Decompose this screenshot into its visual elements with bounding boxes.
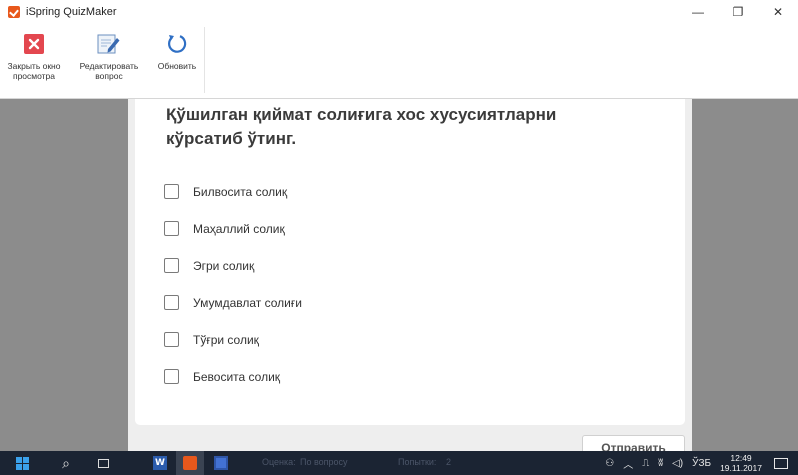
taskbar: ⌕ W Оценка: По вопросу Попытки: 2 ⚇ ︿ ⎍ …	[0, 451, 798, 475]
option-label: Эгри солиқ	[193, 258, 255, 273]
clock-time: 12:49	[730, 453, 752, 463]
question-text: Қўшилган қиймат солиғига хос хусусиятлар…	[166, 105, 557, 148]
word-icon: W	[153, 456, 167, 470]
taskbar-save-app[interactable]	[208, 451, 234, 475]
option-item[interactable]: Билвосита солиқ	[164, 173, 302, 210]
search-icon: ⌕	[62, 454, 70, 471]
app-logo-icon	[8, 5, 20, 18]
window-title: iSpring QuizMaker	[26, 5, 117, 18]
refresh-label: Обновить	[157, 61, 197, 71]
refresh-button[interactable]: Обновить	[150, 23, 204, 89]
option-item[interactable]: Маҳаллий солиқ	[164, 210, 302, 247]
volume-icon[interactable]: ◁)	[672, 458, 683, 469]
ribbon-toolbar: Закрыть окно просмотра Редактировать воп…	[0, 23, 798, 99]
ribbon-separator	[204, 27, 205, 93]
option-checkbox[interactable]	[164, 258, 179, 273]
option-label: Билвосита солиқ	[193, 184, 288, 199]
faint-text: Попытки:	[398, 457, 437, 467]
edit-question-button[interactable]: Редактировать вопрос	[68, 23, 150, 89]
option-label: Маҳаллий солиқ	[193, 221, 285, 236]
wifi-icon[interactable]: ʬ	[658, 458, 663, 469]
faint-text: По вопросу	[300, 457, 348, 467]
taskbar-quizmaker[interactable]	[176, 451, 204, 475]
window-controls: — ❐ ✕	[678, 0, 798, 23]
floppy-icon	[214, 456, 228, 470]
option-checkbox[interactable]	[164, 332, 179, 347]
faint-text: Оценка:	[262, 457, 296, 467]
option-label: Бевосита солиқ	[193, 369, 281, 384]
system-tray: ⚇ ︿ ⎍ ʬ ◁) ЎЗБ 12:49 19.11.2017	[605, 451, 798, 475]
close-window-button[interactable]: ✕	[758, 0, 798, 23]
option-item[interactable]: Тўғри солиқ	[164, 321, 302, 358]
option-checkbox[interactable]	[164, 184, 179, 199]
question-card: Қўшилган қиймат солиғига хос хусусиятлар…	[135, 99, 685, 425]
quizmaker-icon	[183, 456, 197, 470]
edit-icon	[97, 32, 121, 56]
option-label: Умумдавлат солиғи	[193, 295, 302, 310]
option-label: Тўғри солиқ	[193, 332, 259, 347]
network-icon[interactable]: ⎍	[642, 458, 649, 469]
maximize-button[interactable]: ❐	[718, 0, 758, 23]
windows-icon	[15, 456, 29, 470]
task-view-icon	[97, 458, 109, 468]
notification-icon[interactable]	[774, 457, 788, 469]
people-icon[interactable]: ⚇	[605, 458, 614, 469]
preview-area: Қўшилган қиймат солиғига хос хусусиятлар…	[0, 99, 798, 451]
refresh-icon	[165, 32, 189, 56]
close-preview-button[interactable]: Закрыть окно просмотра	[0, 23, 68, 89]
submit-button[interactable]: Отправить	[582, 435, 685, 451]
option-checkbox[interactable]	[164, 221, 179, 236]
close-preview-label: Закрыть окно просмотра	[7, 61, 61, 81]
faint-text: 2	[446, 457, 452, 467]
taskbar-word[interactable]: W	[146, 451, 174, 475]
option-item[interactable]: Бевосита солиқ	[164, 358, 302, 395]
close-icon	[22, 32, 46, 56]
title-bar: iSpring QuizMaker — ❐ ✕	[0, 0, 798, 23]
option-checkbox[interactable]	[164, 369, 179, 384]
option-item[interactable]: Эгри солиқ	[164, 247, 302, 284]
language-indicator[interactable]: ЎЗБ	[692, 458, 711, 469]
option-item[interactable]: Умумдавлат солиғи	[164, 284, 302, 321]
clock-date: 19.11.2017	[720, 463, 762, 473]
edit-question-label: Редактировать вопрос	[79, 61, 139, 81]
task-view-button[interactable]	[92, 451, 114, 475]
chevron-up-icon[interactable]: ︿	[623, 456, 633, 471]
start-button[interactable]	[12, 451, 32, 475]
options-list: Билвосита солиқ Маҳаллий солиқ Эгри соли…	[164, 173, 302, 395]
search-button[interactable]: ⌕	[55, 451, 77, 475]
minimize-button[interactable]: —	[678, 0, 718, 23]
option-checkbox[interactable]	[164, 295, 179, 310]
clock[interactable]: 12:49 19.11.2017	[720, 453, 762, 473]
